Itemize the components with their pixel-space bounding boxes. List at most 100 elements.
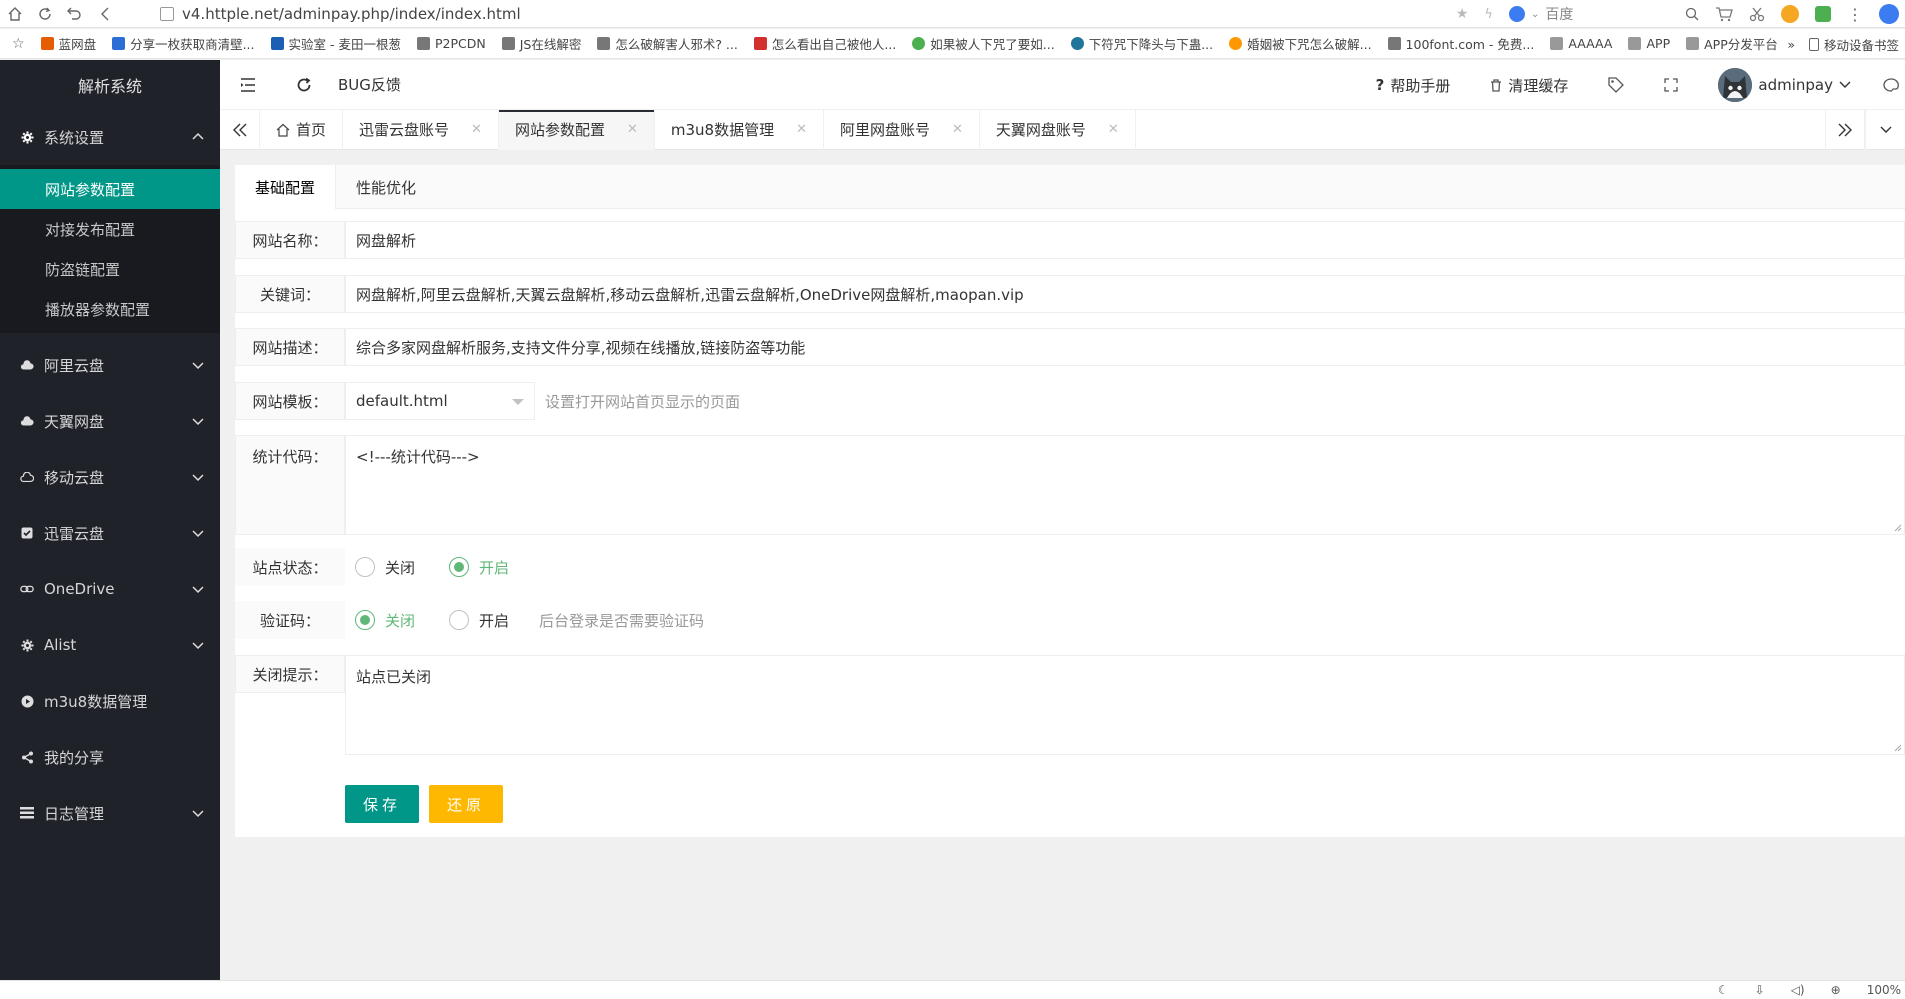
fullscreen-button[interactable] [1644, 60, 1698, 110]
star-icon[interactable]: ★ [1456, 6, 1469, 22]
site-status-on-radio[interactable]: 开启 [449, 557, 509, 578]
close-icon[interactable]: ✕ [627, 122, 638, 137]
resize-handle-icon[interactable] [1894, 524, 1902, 532]
tabs-menu-button[interactable] [1865, 110, 1905, 150]
address-url: v4.httple.net/adminpay.php/index/index.h… [182, 5, 521, 23]
back-icon[interactable] [90, 0, 120, 28]
zoom-level[interactable]: 100% [1867, 983, 1901, 997]
close-icon[interactable]: ✕ [952, 122, 963, 137]
bookmark-folder[interactable]: APP [1628, 36, 1670, 51]
bookmark-item[interactable]: 实验室 - 麦田一根葱 [270, 34, 401, 53]
tab-home[interactable]: 首页 [260, 109, 344, 150]
tab-performance[interactable]: 性能优化 [336, 165, 436, 209]
sidebar-item-m3u8[interactable]: m3u8数据管理 [0, 673, 220, 729]
sidebar-item-site-params[interactable]: 网站参数配置 [0, 169, 220, 209]
submenu-system: 网站参数配置 对接发布配置 防盗链配置 播放器参数配置 [0, 165, 220, 333]
tab-xunlei-account[interactable]: 迅雷云盘账号 ✕ [343, 109, 499, 150]
bookmark-item[interactable]: 如果被人下咒了要如... [912, 34, 1055, 53]
sidebar-item-player-config[interactable]: 播放器参数配置 [0, 289, 220, 329]
sidebar-item-system-settings[interactable]: 系统设置 [0, 109, 220, 165]
search-icon[interactable] [1685, 7, 1699, 21]
close-icon[interactable]: ✕ [1108, 122, 1119, 137]
sidebar-item-tianyi[interactable]: 天翼网盘 [0, 393, 220, 449]
tab-m3u8[interactable]: m3u8数据管理 ✕ [655, 109, 824, 150]
bug-feedback-link[interactable]: BUG反馈 [332, 60, 421, 110]
bookmark-item[interactable]: 婚姻被下咒怎么破解... [1229, 34, 1372, 53]
menu-collapse-icon [241, 77, 255, 92]
sidebar-item-aliyun[interactable]: 阿里云盘 [0, 337, 220, 393]
reload-icon[interactable] [30, 0, 60, 28]
home-icon[interactable] [0, 0, 30, 28]
sidebar-item-logs[interactable]: 日志管理 [0, 785, 220, 841]
sidebar-item-xunlei[interactable]: 迅雷云盘 [0, 505, 220, 561]
extension-orange-icon[interactable] [1781, 5, 1799, 23]
list-icon [20, 806, 34, 820]
tabs-scroll-left[interactable] [220, 109, 260, 150]
user-menu[interactable]: adminpay [1698, 60, 1865, 110]
profile-icon[interactable] [1879, 4, 1899, 24]
tab-aliyun-account[interactable]: 阿里网盘账号 ✕ [824, 109, 980, 150]
closed-tip-textarea[interactable]: 站点已关闭 [345, 655, 1905, 755]
chevron-down-icon [192, 810, 204, 818]
sidebar-toggle-button[interactable] [220, 60, 276, 110]
captcha-on-radio[interactable]: 开启 [449, 610, 509, 631]
theme-button[interactable] [1865, 60, 1905, 110]
sidebar-item-hotlink-config[interactable]: 防盗链配置 [0, 249, 220, 289]
undo-icon[interactable] [60, 0, 90, 28]
description-input[interactable]: 综合多家网盘解析服务,支持文件分享,视频在线播放,链接防盗等功能 [345, 328, 1905, 366]
captcha-off-radio[interactable]: 关闭 [355, 610, 415, 631]
question-icon: ? [1375, 76, 1385, 94]
bookmark-item[interactable]: 蓝网盘 [40, 34, 96, 53]
bookmark-item[interactable]: JS在线解密 [501, 34, 581, 53]
chevron-up-icon [192, 132, 204, 140]
site-name-input[interactable]: 网盘解析 [345, 221, 1905, 259]
keywords-input[interactable]: 网盘解析,阿里云盘解析,天翼云盘解析,移动云盘解析,迅雷云盘解析,OneDriv… [345, 275, 1905, 313]
captcha-label: 验证码： [235, 601, 345, 639]
search-engine-box[interactable]: ⌄ 百度 [1509, 4, 1699, 24]
clear-cache-link[interactable]: 清理缓存 [1470, 60, 1588, 110]
username: adminpay [1758, 76, 1833, 94]
close-icon[interactable]: ✕ [796, 122, 807, 137]
tag-button[interactable] [1588, 60, 1644, 110]
refresh-button[interactable] [276, 60, 332, 110]
more-menu-icon[interactable]: ⋮ [1847, 5, 1863, 24]
bookmark-item[interactable]: 怎么破解害人邪术? ... [597, 34, 738, 53]
bookmark-item[interactable]: 怎么看出自己被他人... [753, 34, 896, 53]
bookmarks-more[interactable]: » [1787, 37, 1795, 52]
tab-site-params[interactable]: 网站参数配置 ✕ [498, 109, 655, 150]
help-manual-link[interactable]: ? 帮助手册 [1356, 60, 1471, 110]
bookmark-folder[interactable]: AAAAA [1550, 36, 1612, 51]
sidebar-item-mobile-cloud[interactable]: 移动云盘 [0, 449, 220, 505]
moon-icon[interactable]: ☾ [1718, 983, 1729, 997]
bookmark-item[interactable]: 分享一枚获取商清壁... [112, 34, 255, 53]
resize-handle-icon[interactable] [1894, 744, 1902, 752]
save-button[interactable]: 保存 [345, 785, 420, 823]
sidebar-item-my-share[interactable]: 我的分享 [0, 729, 220, 785]
sidebar-item-publish-config[interactable]: 对接发布配置 [0, 209, 220, 249]
tab-tianyi-account[interactable]: 天翼网盘账号 ✕ [980, 109, 1136, 150]
bookmark-item[interactable]: P2PCDN [416, 36, 486, 51]
tabs-scroll-right[interactable] [1825, 110, 1865, 150]
mobile-bookmarks[interactable]: 移动设备书签 [1808, 35, 1899, 54]
bookmark-item[interactable]: 下符咒下降头与下蛊... [1070, 34, 1213, 53]
bookmark-star-icon[interactable]: ☆ [12, 36, 25, 52]
site-status-off-radio[interactable]: 关闭 [355, 557, 415, 578]
lock-extension-icon[interactable] [1815, 6, 1831, 22]
tab-basic-config[interactable]: 基础配置 [235, 165, 337, 209]
cart-icon[interactable] [1715, 6, 1733, 22]
download-icon[interactable]: ⇩ [1755, 983, 1765, 997]
bookmark-item[interactable]: 100font.com - 免费... [1387, 34, 1534, 53]
stats-code-textarea[interactable]: <!---统计代码---> [345, 435, 1905, 535]
template-select[interactable]: default.html [345, 382, 535, 420]
close-icon[interactable]: ✕ [471, 122, 482, 137]
chevron-down-icon [192, 418, 204, 426]
sidebar-item-alist[interactable]: Alist [0, 617, 220, 673]
volume-icon[interactable]: ◁) [1791, 983, 1805, 997]
zoom-icon[interactable]: ⊕ [1831, 983, 1841, 997]
sidebar-item-onedrive[interactable]: OneDrive [0, 561, 220, 617]
scissors-icon[interactable] [1749, 6, 1765, 22]
address-bar[interactable]: v4.httple.net/adminpay.php/index/index.h… [160, 0, 1480, 28]
reset-button[interactable]: 还原 [429, 785, 504, 823]
bookmark-folder[interactable]: APP分发平台 [1686, 34, 1778, 53]
bolt-icon[interactable]: ϟ [1484, 7, 1493, 22]
